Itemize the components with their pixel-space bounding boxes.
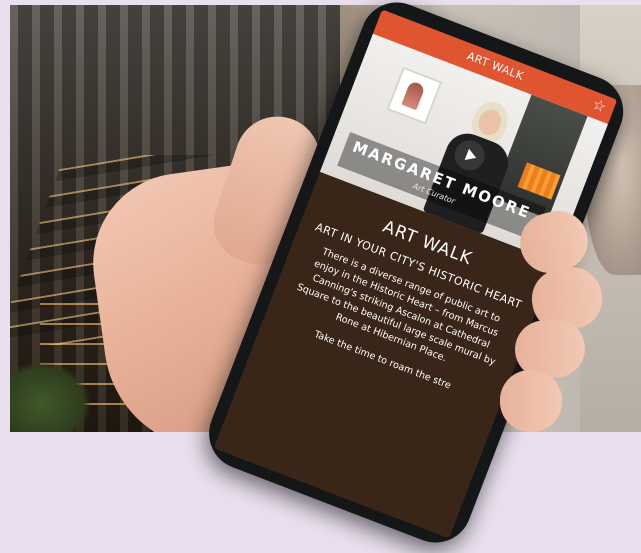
finger-little — [500, 370, 562, 432]
framed-artwork — [386, 66, 443, 125]
tree-foliage — [10, 362, 90, 432]
